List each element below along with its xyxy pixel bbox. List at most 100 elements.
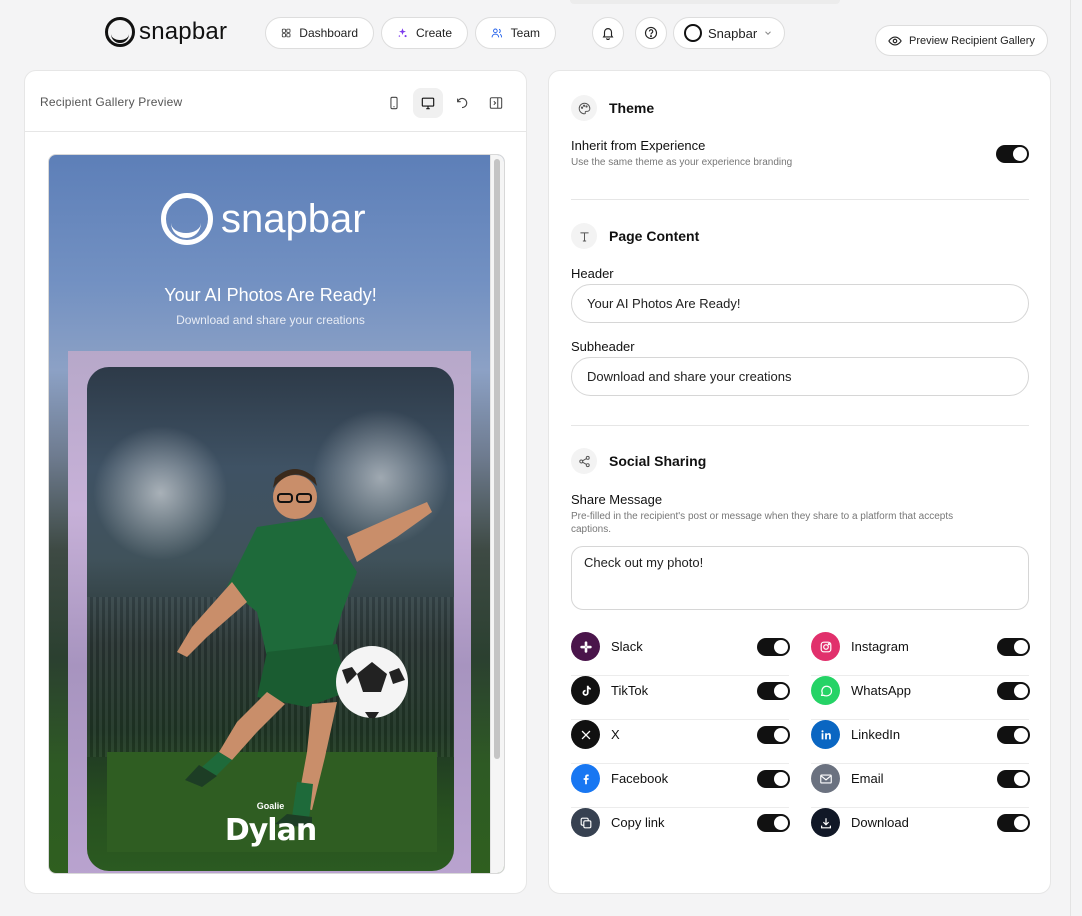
account-avatar-icon [684,24,702,42]
recipient-gallery-preview-panel: Recipient Gallery Preview snapbar Your A… [24,70,527,894]
top-shadow [570,0,840,4]
tiktok-icon [571,676,600,705]
share-icon [571,448,597,474]
subheader-input[interactable]: Download and share your creations [571,357,1029,396]
theme-section-header: Theme [571,95,654,121]
x-toggle[interactable] [757,726,790,744]
panel-right-icon [489,97,503,109]
share-message-value: Check out my photo! [584,555,704,570]
share-option-label: Slack [611,639,643,654]
nav-create-label: Create [415,26,452,40]
social-sharing-section-title: Social Sharing [609,453,707,469]
inherit-theme-toggle[interactable] [996,145,1029,163]
share-option-instagram: Instagram [811,632,1030,676]
rotate-ccw-icon [457,97,468,109]
preview-scrollbar[interactable] [490,155,504,873]
help-circle-icon [644,26,658,40]
share-option-row [571,720,789,764]
refresh-preview-button[interactable] [447,88,477,118]
facebook-icon [571,764,600,793]
email-toggle[interactable] [997,770,1030,788]
top-bar: snapbar Dashboard Create Team Snapbar Pr… [0,0,1082,66]
linkedin-toggle[interactable] [997,726,1030,744]
header-input-value: Your AI Photos Are Ready! [587,296,741,311]
preview-scrollbar-thumb[interactable] [494,159,500,759]
slack-toggle[interactable] [757,638,790,656]
toggle-sidebar-button[interactable] [481,88,511,118]
copy-icon [571,808,600,837]
download-toggle[interactable] [997,814,1030,832]
smartphone-icon [390,96,398,110]
share-option-label: Email [851,771,884,786]
section-divider [571,199,1029,200]
share-option-label: X [611,727,620,742]
desktop-view-button[interactable] [413,88,443,118]
nav-create-button[interactable]: Create [381,17,468,49]
type-icon [571,223,597,249]
subheader-field-label: Subheader [571,339,635,354]
share-option-label: Instagram [851,639,909,654]
nav-team-button[interactable]: Team [475,17,556,49]
preview-button-label: Preview Recipient Gallery [909,34,1035,47]
inherit-theme-label: Inherit from Experience [571,138,706,153]
snapbar-logo-icon [105,17,135,47]
account-menu-button[interactable]: Snapbar [673,17,785,49]
x-icon [571,720,600,749]
eye-icon [888,35,902,46]
preview-viewport[interactable]: snapbar Your AI Photos Are Ready! Downlo… [48,154,505,874]
brand-name: snapbar [139,18,228,45]
share-option-label: Download [851,815,909,830]
preview-recipient-gallery-button[interactable]: Preview Recipient Gallery [875,25,1048,56]
share-option-row [811,720,1029,764]
share-option-row [571,676,789,720]
preview-toolbar [379,88,511,118]
share-option-label: Copy link [611,815,665,830]
nav-dashboard-button[interactable]: Dashboard [265,17,374,49]
tiktok-toggle[interactable] [757,682,790,700]
share-option-row [811,632,1029,676]
ai-photo[interactable]: Goalie Dylan [87,367,454,871]
sparkle-icon [398,28,407,38]
slack-icon [571,632,600,661]
share-option-label: LinkedIn [851,727,901,742]
facebook-toggle[interactable] [757,770,790,788]
whatsapp-icon [811,676,840,705]
page-edge-divider [1070,0,1071,916]
soccer-player-image [107,469,437,852]
share-option-row [571,764,789,808]
share-option-row [811,764,1029,808]
theme-section-title: Theme [609,100,655,116]
users-icon [491,28,503,38]
photo-caption-name: Dylan [224,813,317,848]
linkedin-icon [811,720,840,749]
notifications-button[interactable] [592,17,624,49]
preview-panel-header: Recipient Gallery Preview [25,71,526,132]
preview-panel-title: Recipient Gallery Preview [40,95,183,109]
share-option-label: WhatsApp [851,683,911,698]
snapbar-logo-icon [161,193,213,245]
share-option-label: Facebook [611,771,669,786]
whatsapp-toggle[interactable] [997,682,1030,700]
instagram-icon [811,632,840,661]
brand-logo[interactable]: snapbar [105,17,227,47]
help-button[interactable] [635,17,667,49]
header-field-label: Header [571,266,614,281]
header-input[interactable]: Your AI Photos Are Ready! [571,284,1029,323]
monitor-icon [421,97,435,110]
share-option-row [811,676,1029,720]
page-content-section-header: Page Content [571,223,699,249]
copy-link-toggle[interactable] [757,814,790,832]
mail-icon [811,764,840,793]
preview-brand-logo: snapbar [161,193,366,245]
social-sharing-section-header: Social Sharing [571,448,706,474]
palette-icon [571,95,597,121]
share-option-facebook: Facebook [571,764,790,808]
preview-brand-name: snapbar [221,196,366,241]
share-option-row [571,632,789,676]
share-message-textarea[interactable]: Check out my photo! [571,546,1029,610]
mobile-view-button[interactable] [379,88,409,118]
nav-team-label: Team [510,26,540,40]
preview-subheader-text: Download and share your creations [176,313,365,327]
instagram-toggle[interactable] [997,638,1030,656]
share-option-tiktok: TikTok [571,676,790,720]
